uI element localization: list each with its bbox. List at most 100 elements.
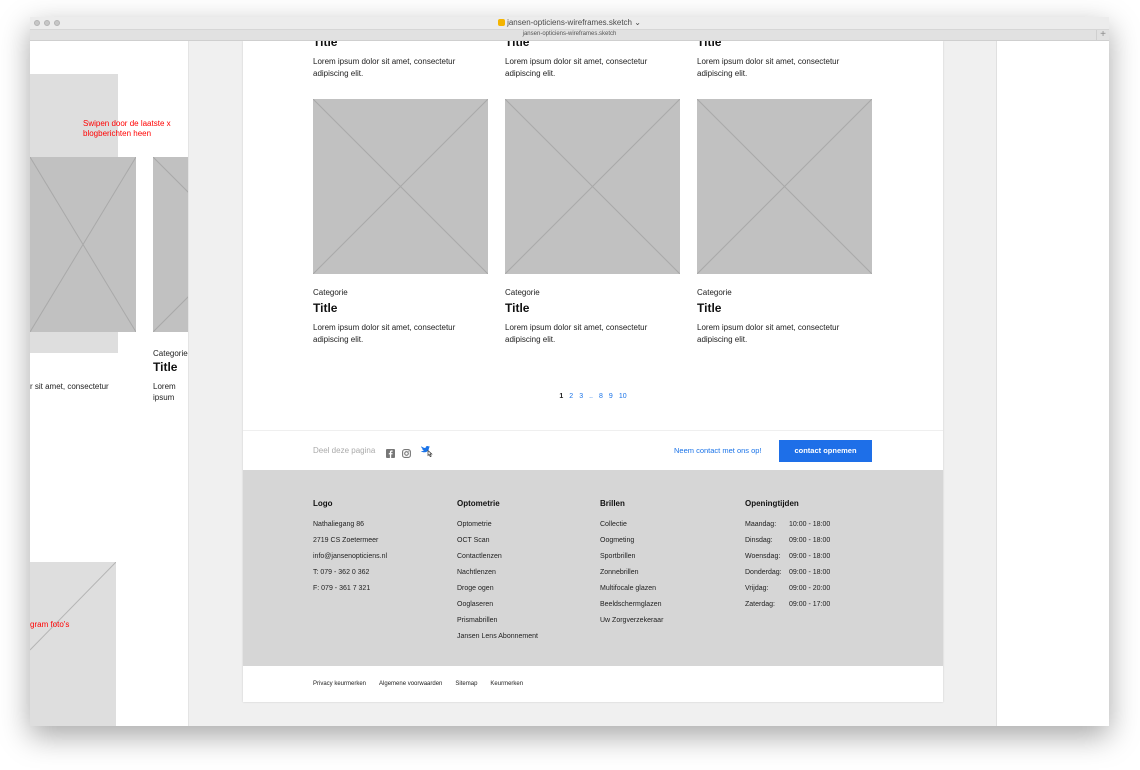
opening-day: Woensdag: bbox=[745, 553, 781, 560]
annotation-note: Swipen door de laatste x blogberichten h… bbox=[83, 119, 171, 138]
footer-column-heading: Optometrie bbox=[457, 499, 500, 508]
footer-link[interactable]: Contactlenzen bbox=[457, 549, 538, 565]
footer-column-heading: Openingtijden bbox=[745, 499, 799, 508]
page-link-2[interactable]: 2 bbox=[569, 393, 573, 400]
share-label: Deel deze pagina bbox=[313, 446, 376, 455]
page-link-8[interactable]: 8 bbox=[599, 393, 603, 400]
footer-link[interactable]: Nachtlenzen bbox=[457, 565, 538, 581]
opening-hours-row: Dinsdag: 09:00 - 18:00 bbox=[745, 533, 830, 549]
opening-time: 09:00 - 20:00 bbox=[789, 585, 831, 592]
image-placeholder bbox=[30, 157, 136, 332]
opening-hours-row: Donderdag: 09:00 - 18:00 bbox=[745, 565, 830, 581]
design-canvas[interactable]: Swipen door de laatste x blogberichten h… bbox=[30, 41, 1109, 726]
footer-link[interactable]: Sportbrillen bbox=[600, 549, 663, 565]
card-title[interactable]: Title bbox=[697, 301, 721, 315]
contact-button[interactable]: contact opnemen bbox=[779, 440, 872, 462]
card-category: Categorie bbox=[697, 288, 732, 297]
card-text: r sit amet, consectetur bbox=[30, 382, 109, 391]
facebook-icon[interactable] bbox=[386, 445, 395, 458]
card-text: Lorem ipsum dolor sit amet, consectetur … bbox=[697, 323, 840, 344]
footer-link[interactable]: Multifocale glazen bbox=[600, 581, 663, 597]
opening-time: 09:00 - 18:00 bbox=[789, 569, 831, 576]
sitemap-link[interactable]: Sitemap bbox=[455, 681, 477, 687]
opening-day: Zaterdag: bbox=[745, 601, 775, 608]
contact-link[interactable]: Neem contact met ons op! bbox=[674, 446, 762, 455]
opening-hours-row: Maandag: 10:00 - 18:00 bbox=[745, 517, 830, 533]
image-placeholder bbox=[697, 99, 872, 274]
card-text: Lorem ipsum dolor sit amet, consectetur … bbox=[697, 57, 840, 78]
terms-link[interactable]: Algemene voorwaarden bbox=[379, 681, 442, 687]
image-placeholder bbox=[153, 157, 188, 332]
opening-hours-row: Zaterdag: 09:00 - 17:00 bbox=[745, 597, 830, 613]
card-title: Title bbox=[697, 41, 722, 49]
title-bar: jansen-opticiens-wireframes.sketch ⌄ bbox=[30, 17, 1109, 30]
sketch-document-icon bbox=[498, 19, 506, 26]
page-link-1[interactable]: 1 bbox=[559, 393, 563, 400]
card-title[interactable]: Title bbox=[505, 301, 529, 315]
artboard-blog[interactable]: Title Title Title Lorem ipsum dolor sit … bbox=[243, 41, 943, 702]
footer-column-optometrie: Optometrie Optometrie OCT Scan Contactle… bbox=[457, 499, 538, 645]
footer-link[interactable]: Optometrie bbox=[457, 517, 538, 533]
card-text: Lorem ipsum dolor sit amet, consectetur … bbox=[313, 323, 456, 344]
footer-column-logo: Logo Nathaliegang 86 2719 CS Zoetermeer … bbox=[313, 499, 387, 597]
twitter-icon[interactable] bbox=[420, 444, 436, 458]
chevron-down-icon[interactable]: ⌄ bbox=[634, 18, 641, 27]
footer-link[interactable]: Jansen Lens Abonnement bbox=[457, 629, 538, 645]
new-tab-button[interactable]: + bbox=[1096, 30, 1109, 41]
card-title[interactable]: Title bbox=[313, 301, 337, 315]
opening-day: Maandag: bbox=[745, 521, 777, 528]
annotation-note: gram foto's bbox=[30, 620, 70, 629]
image-placeholder bbox=[505, 99, 680, 274]
footer-logo: Logo bbox=[313, 499, 333, 508]
card-text: Lorem ipsum dolor sit amet, consectetur … bbox=[313, 57, 456, 78]
card-title: Title bbox=[313, 41, 338, 49]
page-link-3[interactable]: 3 bbox=[579, 393, 583, 400]
footer-address-line: Nathaliegang 86 bbox=[313, 521, 364, 528]
opening-day: Donderdag: bbox=[745, 569, 782, 576]
footer-address-line: 2719 CS Zoetermeer bbox=[313, 537, 379, 544]
card-text: Lorem ipsum dolor sit amet, consectetur … bbox=[505, 57, 648, 78]
footer-link[interactable]: Ooglaseren bbox=[457, 597, 538, 613]
legal-links: Privacy keurmerken Algemene voorwaarden … bbox=[313, 681, 523, 687]
card-title: Title bbox=[153, 360, 178, 374]
footer-column-openingtijden: Openingtijden Maandag: 10:00 - 18:00 Dins… bbox=[745, 499, 830, 613]
card-title: Title bbox=[505, 41, 530, 49]
card-text: Lorem ipsum dolor sit amet, consectetur … bbox=[153, 382, 181, 405]
sketch-window: jansen-opticiens-wireframes.sketch ⌄ jan… bbox=[30, 17, 1109, 726]
footer-link[interactable]: Oogmeting bbox=[600, 533, 663, 549]
tab-document[interactable]: jansen-opticiens-wireframes.sketch bbox=[30, 31, 1109, 37]
opening-day: Vrijdag: bbox=[745, 585, 769, 592]
keurmerken-link[interactable]: Keurmerken bbox=[490, 681, 523, 687]
privacy-link[interactable]: Privacy keurmerken bbox=[313, 681, 366, 687]
footer-link[interactable]: Prismabrillen bbox=[457, 613, 538, 629]
opening-time: 10:00 - 18:00 bbox=[789, 521, 831, 528]
footer-link[interactable]: Zonnebrillen bbox=[600, 565, 663, 581]
footer-link[interactable]: Beeldschermglazen bbox=[600, 597, 663, 613]
opening-time: 09:00 - 18:00 bbox=[789, 553, 831, 560]
opening-hours-row: Woensdag: 09:00 - 18:00 bbox=[745, 549, 830, 565]
footer-email[interactable]: info@jansenopticiens.nl bbox=[313, 549, 387, 565]
card-category: Categorie bbox=[313, 288, 348, 297]
footer-link[interactable]: OCT Scan bbox=[457, 533, 538, 549]
card-category: Categorie bbox=[153, 349, 188, 358]
card-category: Categorie bbox=[505, 288, 540, 297]
site-footer: Logo Nathaliegang 86 2719 CS Zoetermeer … bbox=[243, 470, 943, 666]
opening-hours-row: Vrijdag: 09:00 - 20:00 bbox=[745, 581, 830, 597]
image-placeholder bbox=[313, 99, 488, 274]
page-ellipsis: .. bbox=[589, 393, 593, 400]
instagram-icon[interactable] bbox=[402, 445, 411, 458]
footer-link[interactable]: Uw Zorgverzekeraar bbox=[600, 613, 663, 629]
tab-bar: jansen-opticiens-wireframes.sketch + bbox=[30, 30, 1109, 41]
footer-column-heading: Brillen bbox=[600, 499, 625, 508]
share-bar: Deel deze pagina Neem contact met ons op… bbox=[243, 430, 943, 470]
page-link-10[interactable]: 10 bbox=[619, 393, 627, 400]
window-title: jansen-opticiens-wireframes.sketch ⌄ bbox=[30, 18, 1109, 27]
window-title-text: jansen-opticiens-wireframes.sketch bbox=[507, 18, 632, 27]
footer-phone[interactable]: T: 079 - 362 0 362 bbox=[313, 565, 387, 581]
card-text: Lorem ipsum dolor sit amet, consectetur … bbox=[505, 323, 648, 344]
page-link-9[interactable]: 9 bbox=[609, 393, 613, 400]
footer-link[interactable]: Droge ogen bbox=[457, 581, 538, 597]
instagram-photo-placeholder bbox=[30, 562, 116, 726]
footer-column-brillen: Brillen Collectie Oogmeting Sportbrillen… bbox=[600, 499, 663, 629]
footer-link[interactable]: Collectie bbox=[600, 517, 663, 533]
